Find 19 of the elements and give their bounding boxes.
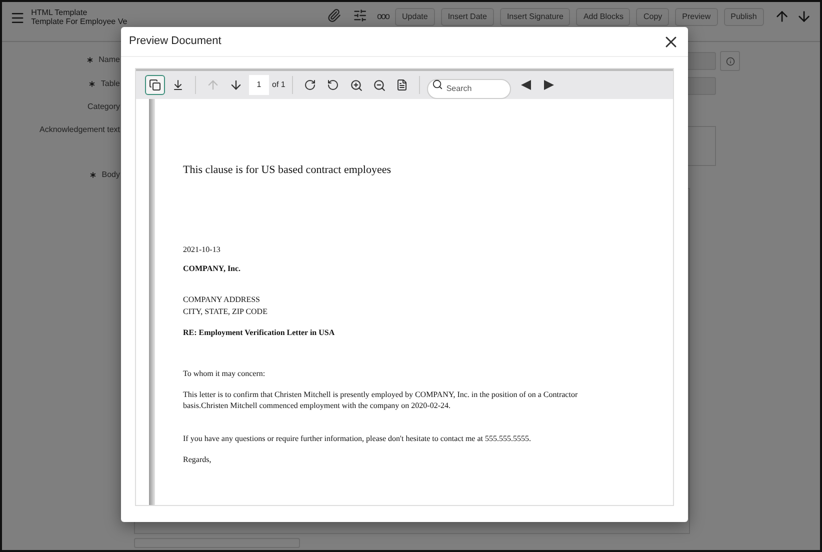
field-label: Category [88, 101, 120, 113]
record-subtitle: Template For Employee Ve [31, 17, 128, 26]
field-label: Acknowledgement text [40, 124, 120, 136]
document-text: COMPANY ADDRESS [183, 294, 261, 305]
dialog-title: Preview Document [129, 34, 222, 50]
document-text: COMPANY, Inc. [183, 263, 242, 274]
document-text: Regards, [183, 454, 212, 465]
field-label: Name [98, 54, 120, 66]
field-label: Table [100, 78, 120, 90]
document-text: CITY, STATE, ZIP CODE [183, 306, 268, 317]
record-title: HTML Template [31, 8, 88, 17]
document-text: This letter is to confirm that Christen Mitchell is presently employed by COMPANY, Inc. in the position of on a Contractor basis.Christen Mitchell commenced employment with the company on 2020-02-24. [183, 389, 579, 411]
page-count: of 1 [272, 79, 286, 91]
document-heading: This clause is for US based contract employees [183, 165, 392, 176]
document-text: 2021-10-13 [183, 244, 222, 255]
document-text: If you have any questions or require further information, please don't hesitate to contact me at 555.555.5555. [183, 433, 532, 444]
document-text: RE: Employment Verification Letter in USA [183, 327, 336, 338]
field-label: Body [102, 169, 120, 181]
document-text: To whom it may concern: [183, 368, 266, 379]
